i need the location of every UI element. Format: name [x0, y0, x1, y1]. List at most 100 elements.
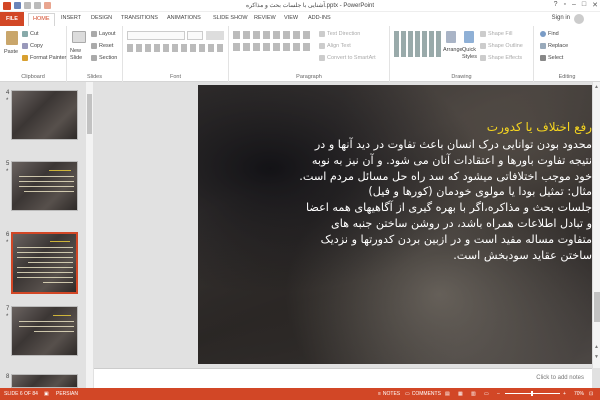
- zoom-in-icon[interactable]: +: [563, 391, 566, 397]
- notes-button[interactable]: ≡ NOTES: [378, 391, 400, 397]
- format-painter-button[interactable]: Format Painter: [22, 55, 66, 61]
- layout-button[interactable]: Layout: [91, 31, 116, 37]
- replace-button[interactable]: Replace: [540, 43, 568, 49]
- slide-scroll-thumb[interactable]: [594, 292, 600, 322]
- thumbnail-title-line: [50, 241, 70, 242]
- undo-icon[interactable]: [24, 2, 31, 9]
- arrange-button[interactable]: Arrange: [443, 47, 463, 53]
- shape-effects-button[interactable]: Shape Effects: [480, 55, 522, 61]
- shape-fill-button[interactable]: Shape Fill: [480, 31, 512, 37]
- text-direction-button[interactable]: Text Direction: [319, 31, 360, 37]
- font-grow-shrink-icon[interactable]: [206, 31, 224, 40]
- thumbnail-title-line: [49, 170, 71, 171]
- tab-home[interactable]: HOME: [28, 13, 55, 26]
- ribbon-display-icon[interactable]: ▫: [564, 1, 566, 9]
- list-buttons[interactable]: [233, 31, 313, 39]
- arrange-icon[interactable]: [446, 31, 456, 43]
- alignment-buttons[interactable]: [233, 43, 313, 51]
- search-icon: [540, 31, 546, 37]
- new-slide-icon[interactable]: [72, 31, 86, 43]
- save-icon[interactable]: [14, 2, 21, 9]
- slides-label: Slides: [87, 74, 102, 80]
- slide-body-text[interactable]: محدود بودن توانایی درک انسان باعث تفاوت …: [200, 137, 592, 263]
- window-controls: ? ▫ – □ ✕: [554, 1, 598, 9]
- avatar[interactable]: [574, 14, 584, 24]
- effects-icon: [480, 55, 486, 61]
- tab-transitions[interactable]: TRANSITIONS: [121, 15, 158, 21]
- new-slide-button[interactable]: New Slide: [70, 48, 90, 62]
- thumbnail-text-line: [34, 331, 74, 332]
- tab-view[interactable]: VIEW: [284, 15, 298, 21]
- reset-button[interactable]: Reset: [91, 43, 113, 49]
- paste-button[interactable]: Paste: [4, 49, 18, 55]
- tab-insert[interactable]: INSERT: [61, 15, 81, 21]
- thumbnails-scroll-thumb[interactable]: [87, 94, 92, 134]
- language-indicator[interactable]: PERSIAN: [56, 391, 78, 397]
- thumbnail-text-line: [19, 326, 74, 327]
- select-button[interactable]: Select: [540, 55, 563, 61]
- quick-styles-icon[interactable]: [464, 31, 474, 43]
- align-text-button[interactable]: Align Text: [319, 43, 351, 49]
- font-size-dropdown[interactable]: [187, 31, 203, 40]
- slide-scrollbar[interactable]: ▲ ▲ ▼: [592, 82, 600, 368]
- comments-button[interactable]: ▭ COMMENTS: [405, 391, 441, 397]
- thumb-number: 8: [6, 374, 10, 380]
- slide-body-line: مثال: تمثیل بودا یا مولوی خودمان (کورها …: [368, 185, 592, 199]
- window-title: آشنایی با جلسات بحث و مذاکره.pptx - Powe…: [245, 3, 375, 9]
- thumbnails-scrollbar[interactable]: [86, 82, 93, 388]
- fit-slide-icon[interactable]: ⊡: [589, 391, 593, 397]
- font-format-buttons[interactable]: [127, 44, 223, 52]
- previous-slide-icon[interactable]: ▲: [594, 344, 599, 350]
- slideshow-view-icon[interactable]: ▭: [484, 391, 489, 397]
- slide-thumbnail-selected[interactable]: [11, 232, 78, 294]
- cut-button[interactable]: Cut: [22, 31, 39, 37]
- proofing-icon[interactable]: ▣: [44, 391, 49, 397]
- tab-design[interactable]: DESIGN: [91, 15, 112, 21]
- help-icon[interactable]: ?: [554, 1, 558, 9]
- minimize-button[interactable]: –: [572, 1, 576, 9]
- zoom-slider-handle[interactable]: [531, 391, 533, 396]
- notes-placeholder[interactable]: Click to add notes: [536, 375, 584, 381]
- copy-button[interactable]: Copy: [22, 43, 43, 49]
- slide-thumbnail[interactable]: [11, 90, 78, 140]
- slide-sorter-icon[interactable]: ▦: [458, 391, 463, 397]
- font-name-dropdown[interactable]: [127, 31, 185, 40]
- sign-in-link[interactable]: Sign in: [552, 15, 570, 21]
- quick-styles-button[interactable]: Quick Styles: [462, 47, 477, 61]
- tab-add-ins[interactable]: ADD-INS: [308, 15, 331, 21]
- slide-thumbnail[interactable]: [11, 374, 78, 388]
- notes-icon: ≡: [378, 391, 381, 397]
- redo-icon[interactable]: [34, 2, 41, 9]
- slides-group: New Slide Layout Reset Section Slides: [67, 26, 123, 82]
- convert-smartart-button[interactable]: Convert to SmartArt: [319, 55, 376, 61]
- tab-animations[interactable]: ANIMATIONS: [167, 15, 201, 21]
- slide-thumbnail[interactable]: [11, 161, 78, 211]
- next-slide-icon[interactable]: ▼: [594, 354, 599, 360]
- current-slide[interactable]: رفع اختلاف یا کدورت محدود بودن توانایی د…: [198, 85, 600, 364]
- scissors-icon: [22, 31, 28, 37]
- shapes-gallery[interactable]: [394, 31, 442, 57]
- layout-icon: [91, 31, 97, 37]
- brush-icon: [22, 55, 28, 61]
- slide-title[interactable]: رفع اختلاف یا کدورت: [487, 120, 592, 134]
- zoom-out-icon[interactable]: –: [497, 391, 500, 397]
- slideshow-start-icon[interactable]: [44, 2, 51, 9]
- paste-icon[interactable]: [6, 31, 18, 45]
- maximize-button[interactable]: □: [582, 1, 586, 9]
- find-button[interactable]: Find: [540, 31, 559, 37]
- notes-pane[interactable]: Click to add notes: [94, 368, 592, 388]
- slide-body-line: نتیجه تفاوت باورها و اعتقادات آنان می شو…: [311, 153, 592, 167]
- tab-file[interactable]: FILE: [0, 12, 24, 26]
- normal-view-icon[interactable]: ▤: [445, 391, 450, 397]
- paragraph-group: Text Direction Align Text Convert to Sma…: [229, 26, 390, 82]
- scroll-up-icon[interactable]: ▲: [594, 84, 599, 90]
- tab-review[interactable]: REVIEW: [254, 15, 276, 21]
- clipboard-group: Paste Cut Copy Format Painter Clipboard: [0, 26, 67, 82]
- section-button[interactable]: Section: [91, 55, 117, 61]
- zoom-level[interactable]: 70%: [574, 391, 584, 397]
- reading-view-icon[interactable]: ▥: [471, 391, 476, 397]
- slide-thumbnail[interactable]: [11, 306, 78, 356]
- close-button[interactable]: ✕: [592, 1, 598, 9]
- tab-slide-show[interactable]: SLIDE SHOW: [213, 15, 248, 21]
- shape-outline-button[interactable]: Shape Outline: [480, 43, 523, 49]
